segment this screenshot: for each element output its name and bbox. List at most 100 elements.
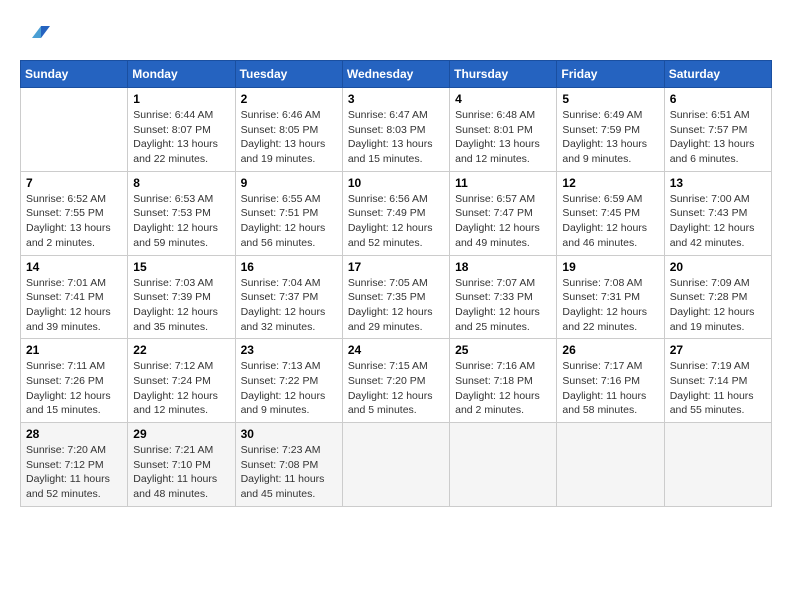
- day-info: Sunrise: 7:05 AMSunset: 7:35 PMDaylight:…: [348, 276, 444, 335]
- calendar-cell: 29 Sunrise: 7:21 AMSunset: 7:10 PMDayligh…: [128, 423, 235, 507]
- day-info: Sunrise: 6:55 AMSunset: 7:51 PMDaylight:…: [241, 192, 337, 251]
- page-header: [20, 20, 772, 50]
- day-of-week-header: Tuesday: [235, 61, 342, 88]
- day-number: 9: [241, 176, 337, 190]
- day-number: 4: [455, 92, 551, 106]
- calendar-cell: 8 Sunrise: 6:53 AMSunset: 7:53 PMDaylight…: [128, 171, 235, 255]
- day-number: 6: [670, 92, 766, 106]
- day-number: 12: [562, 176, 658, 190]
- calendar-cell: 23 Sunrise: 7:13 AMSunset: 7:22 PMDayligh…: [235, 339, 342, 423]
- calendar-cell: 14 Sunrise: 7:01 AMSunset: 7:41 PMDayligh…: [21, 255, 128, 339]
- calendar-cell: 19 Sunrise: 7:08 AMSunset: 7:31 PMDayligh…: [557, 255, 664, 339]
- calendar-cell: 24 Sunrise: 7:15 AMSunset: 7:20 PMDayligh…: [342, 339, 449, 423]
- calendar-cell: 1 Sunrise: 6:44 AMSunset: 8:07 PMDaylight…: [128, 88, 235, 172]
- day-of-week-header: Wednesday: [342, 61, 449, 88]
- day-number: 1: [133, 92, 229, 106]
- day-info: Sunrise: 7:01 AMSunset: 7:41 PMDaylight:…: [26, 276, 122, 335]
- calendar-week-row: 21 Sunrise: 7:11 AMSunset: 7:26 PMDayligh…: [21, 339, 772, 423]
- day-number: 2: [241, 92, 337, 106]
- calendar-cell: [21, 88, 128, 172]
- day-info: Sunrise: 7:12 AMSunset: 7:24 PMDaylight:…: [133, 359, 229, 418]
- day-info: Sunrise: 7:13 AMSunset: 7:22 PMDaylight:…: [241, 359, 337, 418]
- day-number: 7: [26, 176, 122, 190]
- calendar-body: 1 Sunrise: 6:44 AMSunset: 8:07 PMDaylight…: [21, 88, 772, 507]
- day-info: Sunrise: 7:11 AMSunset: 7:26 PMDaylight:…: [26, 359, 122, 418]
- calendar-cell: 26 Sunrise: 7:17 AMSunset: 7:16 PMDayligh…: [557, 339, 664, 423]
- day-of-week-header: Thursday: [450, 61, 557, 88]
- logo-icon: [20, 20, 50, 50]
- calendar-cell: 9 Sunrise: 6:55 AMSunset: 7:51 PMDaylight…: [235, 171, 342, 255]
- day-number: 5: [562, 92, 658, 106]
- day-number: 26: [562, 343, 658, 357]
- day-info: Sunrise: 6:47 AMSunset: 8:03 PMDaylight:…: [348, 108, 444, 167]
- day-info: Sunrise: 6:44 AMSunset: 8:07 PMDaylight:…: [133, 108, 229, 167]
- day-number: 24: [348, 343, 444, 357]
- day-number: 19: [562, 260, 658, 274]
- calendar-cell: 6 Sunrise: 6:51 AMSunset: 7:57 PMDaylight…: [664, 88, 771, 172]
- day-number: 3: [348, 92, 444, 106]
- day-number: 29: [133, 427, 229, 441]
- calendar-cell: 7Sunrise: 6:52 AMSunset: 7:55 PMDaylight…: [21, 171, 128, 255]
- day-number: 30: [241, 427, 337, 441]
- day-number: 8: [133, 176, 229, 190]
- day-info: Sunrise: 7:23 AMSunset: 7:08 PMDaylight:…: [241, 443, 337, 502]
- day-info: Sunrise: 6:49 AMSunset: 7:59 PMDaylight:…: [562, 108, 658, 167]
- calendar-cell: 2 Sunrise: 6:46 AMSunset: 8:05 PMDaylight…: [235, 88, 342, 172]
- day-number: 20: [670, 260, 766, 274]
- calendar-cell: 28 Sunrise: 7:20 AMSunset: 7:12 PMDayligh…: [21, 423, 128, 507]
- calendar-week-row: 1 Sunrise: 6:44 AMSunset: 8:07 PMDaylight…: [21, 88, 772, 172]
- logo: [20, 20, 54, 50]
- day-of-week-header: Sunday: [21, 61, 128, 88]
- calendar-cell: [664, 423, 771, 507]
- calendar-cell: 13Sunrise: 7:00 AMSunset: 7:43 PMDayligh…: [664, 171, 771, 255]
- day-info: Sunrise: 6:53 AMSunset: 7:53 PMDaylight:…: [133, 192, 229, 251]
- day-info: Sunrise: 6:57 AMSunset: 7:47 PMDaylight:…: [455, 192, 551, 251]
- day-info: Sunrise: 6:48 AMSunset: 8:01 PMDaylight:…: [455, 108, 551, 167]
- day-info: Sunrise: 7:15 AMSunset: 7:20 PMDaylight:…: [348, 359, 444, 418]
- day-of-week-header: Saturday: [664, 61, 771, 88]
- day-number: 21: [26, 343, 122, 357]
- day-info: Sunrise: 7:20 AMSunset: 7:12 PMDaylight:…: [26, 443, 122, 502]
- day-number: 11: [455, 176, 551, 190]
- day-number: 27: [670, 343, 766, 357]
- calendar-cell: 21 Sunrise: 7:11 AMSunset: 7:26 PMDayligh…: [21, 339, 128, 423]
- day-of-week-header: Monday: [128, 61, 235, 88]
- calendar-cell: [557, 423, 664, 507]
- calendar-cell: 12 Sunrise: 6:59 AMSunset: 7:45 PMDayligh…: [557, 171, 664, 255]
- calendar-cell: 4 Sunrise: 6:48 AMSunset: 8:01 PMDaylight…: [450, 88, 557, 172]
- day-info: Sunrise: 7:04 AMSunset: 7:37 PMDaylight:…: [241, 276, 337, 335]
- calendar-cell: 5 Sunrise: 6:49 AMSunset: 7:59 PMDaylight…: [557, 88, 664, 172]
- day-info: Sunrise: 7:08 AMSunset: 7:31 PMDaylight:…: [562, 276, 658, 335]
- day-info: Sunrise: 6:51 AMSunset: 7:57 PMDaylight:…: [670, 108, 766, 167]
- calendar-cell: 10 Sunrise: 6:56 AMSunset: 7:49 PMDayligh…: [342, 171, 449, 255]
- calendar-cell: [450, 423, 557, 507]
- day-info: Sunrise: 7:17 AMSunset: 7:16 PMDaylight:…: [562, 359, 658, 418]
- day-number: 14: [26, 260, 122, 274]
- day-number: 28: [26, 427, 122, 441]
- day-number: 22: [133, 343, 229, 357]
- day-info: Sunrise: 7:21 AMSunset: 7:10 PMDaylight:…: [133, 443, 229, 502]
- day-of-week-header: Friday: [557, 61, 664, 88]
- days-of-week-row: SundayMondayTuesdayWednesdayThursdayFrid…: [21, 61, 772, 88]
- day-info: Sunrise: 7:19 AMSunset: 7:14 PMDaylight:…: [670, 359, 766, 418]
- calendar-cell: 27 Sunrise: 7:19 AMSunset: 7:14 PMDayligh…: [664, 339, 771, 423]
- day-info: Sunrise: 7:03 AMSunset: 7:39 PMDaylight:…: [133, 276, 229, 335]
- day-number: 25: [455, 343, 551, 357]
- calendar-cell: 17Sunrise: 7:05 AMSunset: 7:35 PMDayligh…: [342, 255, 449, 339]
- day-number: 10: [348, 176, 444, 190]
- day-info: Sunrise: 7:00 AMSunset: 7:43 PMDaylight:…: [670, 192, 766, 251]
- day-number: 18: [455, 260, 551, 274]
- day-info: Sunrise: 6:59 AMSunset: 7:45 PMDaylight:…: [562, 192, 658, 251]
- calendar-week-row: 14 Sunrise: 7:01 AMSunset: 7:41 PMDayligh…: [21, 255, 772, 339]
- day-info: Sunrise: 7:16 AMSunset: 7:18 PMDaylight:…: [455, 359, 551, 418]
- day-info: Sunrise: 7:09 AMSunset: 7:28 PMDaylight:…: [670, 276, 766, 335]
- calendar-cell: 22 Sunrise: 7:12 AMSunset: 7:24 PMDayligh…: [128, 339, 235, 423]
- calendar-cell: 30 Sunrise: 7:23 AMSunset: 7:08 PMDayligh…: [235, 423, 342, 507]
- calendar-cell: 15Sunrise: 7:03 AMSunset: 7:39 PMDayligh…: [128, 255, 235, 339]
- day-number: 23: [241, 343, 337, 357]
- calendar-cell: 20 Sunrise: 7:09 AMSunset: 7:28 PMDayligh…: [664, 255, 771, 339]
- calendar-table: SundayMondayTuesdayWednesdayThursdayFrid…: [20, 60, 772, 507]
- day-info: Sunrise: 6:56 AMSunset: 7:49 PMDaylight:…: [348, 192, 444, 251]
- calendar-cell: 16Sunrise: 7:04 AMSunset: 7:37 PMDayligh…: [235, 255, 342, 339]
- day-info: Sunrise: 6:46 AMSunset: 8:05 PMDaylight:…: [241, 108, 337, 167]
